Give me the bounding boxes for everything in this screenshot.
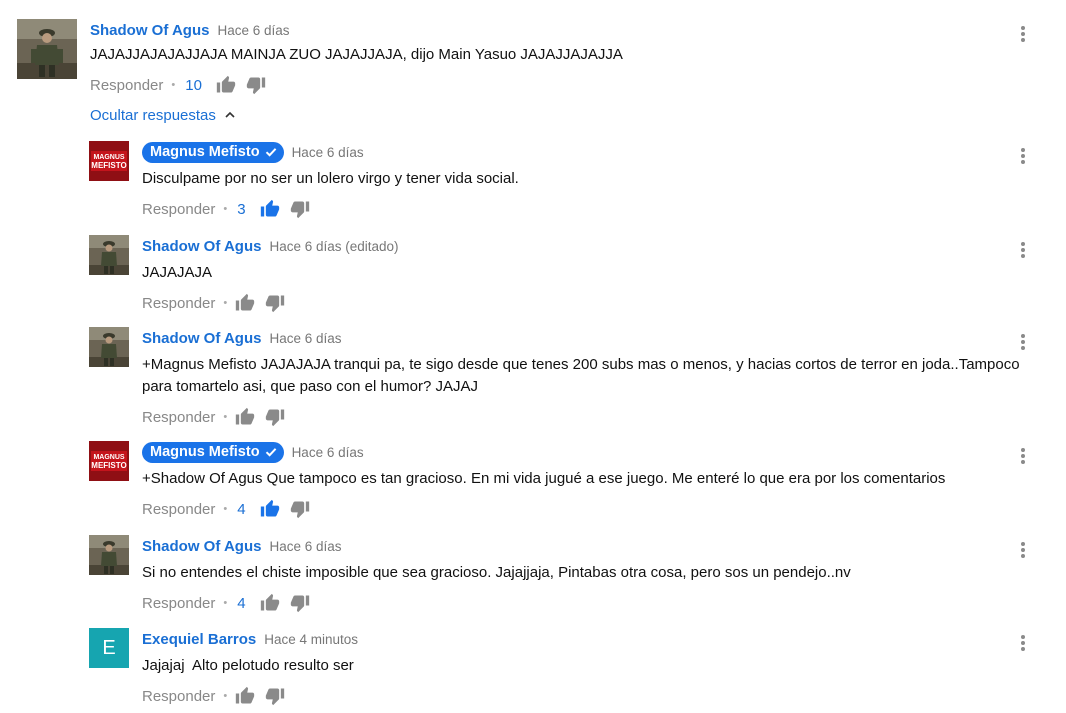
separator-dot: • xyxy=(171,79,176,91)
reply-button[interactable]: Responder xyxy=(142,501,215,518)
verified-check-icon xyxy=(265,448,276,457)
comment-actions: Responder • xyxy=(142,685,295,707)
verified-check-icon xyxy=(265,148,276,157)
comment-text: +Shadow Of Agus Que tampoco es tan graci… xyxy=(142,470,946,487)
more-options-icon[interactable] xyxy=(1018,540,1028,560)
svg-text:MEFISTO: MEFISTO xyxy=(91,161,126,170)
thumbs-down-icon[interactable] xyxy=(290,593,310,613)
like-count: 10 xyxy=(185,76,202,94)
more-options-icon[interactable] xyxy=(1018,633,1028,653)
reply-button[interactable]: Responder xyxy=(90,77,163,94)
author-avatar[interactable] xyxy=(17,19,77,79)
reply-button[interactable]: Responder xyxy=(142,688,215,705)
svg-text:MAGNUS: MAGNUS xyxy=(93,154,124,161)
timestamp[interactable]: Hace 6 días xyxy=(217,23,289,38)
magnus-mefisto-logo-icon: MAGNUSMEFISTO xyxy=(89,441,129,481)
soldier-photo-avatar-icon xyxy=(17,19,77,79)
timestamp[interactable]: Hace 6 días xyxy=(269,331,341,346)
thumbs-down-icon[interactable] xyxy=(265,293,285,313)
separator-dot: • xyxy=(223,690,228,702)
separator-dot: • xyxy=(223,503,228,515)
comment-header: Shadow Of Agus Hace 6 días xyxy=(90,19,290,41)
soldier-photo-avatar-icon xyxy=(89,327,129,367)
thumbs-down-icon[interactable] xyxy=(290,499,310,519)
author-avatar[interactable] xyxy=(89,535,129,575)
author-name[interactable]: Shadow Of Agus xyxy=(142,330,261,347)
thumbs-down-icon[interactable] xyxy=(265,686,285,706)
author-name[interactable]: Shadow Of Agus xyxy=(142,538,261,555)
svg-text:MAGNUS: MAGNUS xyxy=(93,454,124,461)
thumbs-up-icon[interactable] xyxy=(235,686,255,706)
author-name[interactable]: Exequiel Barros xyxy=(142,631,256,648)
comment-text: +Magnus Mefisto JAJAJAJA tranqui pa, te … xyxy=(142,356,1024,395)
comment-actions: Responder • 3 xyxy=(142,198,320,220)
comment-header: Shadow Of Agus Hace 6 días xyxy=(142,327,342,349)
thumbs-down-icon[interactable] xyxy=(290,199,310,219)
avatar-letter: E xyxy=(102,636,116,659)
timestamp[interactable]: Hace 4 minutos xyxy=(264,632,358,647)
comment-actions: Responder • xyxy=(142,292,295,314)
reply-button[interactable]: Responder xyxy=(142,201,215,218)
chevron-up-icon xyxy=(225,111,235,118)
thumbs-up-icon[interactable] xyxy=(260,499,280,519)
thumbs-down-icon[interactable] xyxy=(265,407,285,427)
soldier-photo-avatar-icon xyxy=(89,535,129,575)
soldier-photo-avatar-icon xyxy=(89,235,129,275)
comment-actions: Responder • 10 xyxy=(90,74,276,96)
comment-text: Si no entendes el chiste imposible que s… xyxy=(142,564,851,581)
reply-button[interactable]: Responder xyxy=(142,409,215,426)
more-options-icon[interactable] xyxy=(1018,446,1028,466)
comment-actions: Responder • xyxy=(142,406,295,428)
magnus-mefisto-logo-icon: MAGNUSMEFISTO xyxy=(89,141,129,181)
reply-button[interactable]: Responder xyxy=(142,595,215,612)
comment-header: Magnus Mefisto Hace 6 días xyxy=(142,441,364,463)
separator-dot: • xyxy=(223,597,228,609)
comment-actions: Responder • 4 xyxy=(142,592,320,614)
hide-replies-button[interactable]: Ocultar respuestas xyxy=(90,104,236,126)
author-name[interactable]: Shadow Of Agus xyxy=(142,238,261,255)
comment-text: JAJAJJAJAJAJJAJA MAINJA ZUO JAJAJJAJA, d… xyxy=(90,46,623,63)
author-avatar[interactable] xyxy=(89,327,129,367)
like-count: 4 xyxy=(237,500,246,518)
hide-replies-label: Ocultar respuestas xyxy=(90,106,216,124)
separator-dot: • xyxy=(223,203,228,215)
thumbs-up-icon[interactable] xyxy=(216,75,236,95)
like-count: 4 xyxy=(237,594,246,612)
author-name-text: Magnus Mefisto xyxy=(150,444,260,460)
more-options-icon[interactable] xyxy=(1018,240,1028,260)
author-avatar[interactable]: MAGNUS MEFISTO xyxy=(89,141,129,181)
more-options-icon[interactable] xyxy=(1018,24,1028,44)
thumbs-up-icon[interactable] xyxy=(260,593,280,613)
thumbs-down-icon[interactable] xyxy=(246,75,266,95)
svg-text:MEFISTO: MEFISTO xyxy=(91,461,126,470)
like-count: 3 xyxy=(237,200,246,218)
author-name[interactable]: Shadow Of Agus xyxy=(90,22,209,39)
author-avatar[interactable]: MAGNUS MEFISTO xyxy=(89,441,129,481)
author-name[interactable]: Magnus Mefisto xyxy=(142,441,284,463)
separator-dot: • xyxy=(223,297,228,309)
more-options-icon[interactable] xyxy=(1018,332,1028,352)
author-name-text: Magnus Mefisto xyxy=(150,144,260,160)
thumbs-up-icon[interactable] xyxy=(235,407,255,427)
comment-header: Shadow Of Agus Hace 6 días xyxy=(142,535,342,557)
comment-header: Shadow Of Agus Hace 6 días (editado) xyxy=(142,235,399,257)
comment-header: Exequiel Barros Hace 4 minutos xyxy=(142,628,358,650)
comment-text: JAJAJAJA xyxy=(142,264,213,281)
comment-text: Jajajaj Alto pelotudo resulto ser xyxy=(142,657,354,674)
thumbs-up-icon[interactable] xyxy=(235,293,255,313)
more-options-icon[interactable] xyxy=(1018,146,1028,166)
thumbs-up-icon[interactable] xyxy=(260,199,280,219)
comment-actions: Responder • 4 xyxy=(142,498,320,520)
comment-text: Disculpame por no ser un lolero virgo y … xyxy=(142,170,519,187)
author-avatar[interactable] xyxy=(89,235,129,275)
reply-button[interactable]: Responder xyxy=(142,295,215,312)
comment-header: Magnus Mefisto Hace 6 días xyxy=(142,141,364,163)
timestamp[interactable]: Hace 6 días (editado) xyxy=(269,239,398,254)
timestamp[interactable]: Hace 6 días xyxy=(269,539,341,554)
author-avatar[interactable]: E xyxy=(89,628,129,668)
author-name[interactable]: Magnus Mefisto xyxy=(142,141,284,163)
timestamp[interactable]: Hace 6 días xyxy=(292,145,364,160)
separator-dot: • xyxy=(223,411,228,423)
timestamp[interactable]: Hace 6 días xyxy=(292,445,364,460)
